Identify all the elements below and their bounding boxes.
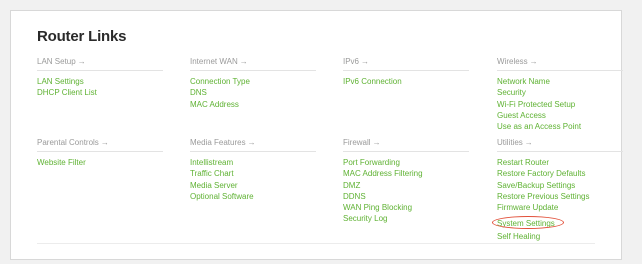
section-heading[interactable]: Wireless →: [497, 56, 642, 68]
divider: [343, 151, 469, 152]
link-self-healing[interactable]: Self Healing: [497, 231, 642, 242]
link-firmware-update[interactable]: Firmware Update: [497, 202, 642, 213]
link-guest-access[interactable]: Guest Access: [497, 110, 642, 121]
link-connection-type[interactable]: Connection Type: [190, 76, 340, 87]
section-heading[interactable]: Firewall →: [343, 137, 493, 149]
divider: [190, 70, 316, 71]
link-restart-router[interactable]: Restart Router: [497, 157, 642, 168]
highlight-annotation: System Settings: [492, 216, 564, 230]
link-system-settings[interactable]: System Settings: [497, 218, 555, 229]
link-security-log[interactable]: Security Log: [343, 213, 493, 224]
divider: [343, 70, 469, 71]
link-media-server[interactable]: Media Server: [190, 180, 340, 191]
link-network-name[interactable]: Network Name: [497, 76, 642, 87]
section-lan-setup: LAN Setup → LAN Settings DHCP Client List: [37, 56, 187, 99]
divider: [37, 70, 163, 71]
divider: [497, 151, 623, 152]
divider: [37, 151, 163, 152]
arrow-right-icon: →: [239, 57, 248, 66]
section-media-features: Media Features → Intellistream Traffic Ch…: [190, 137, 340, 202]
link-port-forwarding[interactable]: Port Forwarding: [343, 157, 493, 168]
link-ddns[interactable]: DDNS: [343, 191, 493, 202]
link-lan-settings[interactable]: LAN Settings: [37, 76, 187, 87]
section-heading[interactable]: Parental Controls →: [37, 137, 187, 149]
link-use-as-access-point[interactable]: Use as an Access Point: [497, 121, 642, 132]
link-dmz[interactable]: DMZ: [343, 180, 493, 191]
link-dns[interactable]: DNS: [190, 87, 340, 98]
arrow-right-icon: →: [77, 57, 86, 66]
section-heading[interactable]: Utilities →: [497, 137, 642, 149]
arrow-right-icon: →: [247, 138, 256, 147]
section-heading[interactable]: IPv6 →: [343, 56, 493, 68]
section-internet-wan: Internet WAN → Connection Type DNS MAC Ad…: [190, 56, 340, 110]
arrow-right-icon: →: [524, 138, 533, 147]
link-restore-previous-settings[interactable]: Restore Previous Settings: [497, 191, 642, 202]
arrow-right-icon: →: [529, 57, 538, 66]
link-wan-ping-blocking[interactable]: WAN Ping Blocking: [343, 202, 493, 213]
section-utilities: Utilities → Restart Router Restore Factor…: [492, 137, 642, 243]
link-security[interactable]: Security: [497, 87, 642, 98]
page-title: Router Links: [37, 28, 127, 45]
link-website-filter[interactable]: Website Filter: [37, 157, 187, 168]
section-heading[interactable]: Internet WAN →: [190, 56, 340, 68]
link-mac-address[interactable]: MAC Address: [190, 99, 340, 110]
arrow-right-icon: →: [100, 138, 109, 147]
section-heading[interactable]: Media Features →: [190, 137, 340, 149]
link-save-backup-settings[interactable]: Save/Backup Settings: [497, 180, 642, 191]
link-intellistream[interactable]: Intellistream: [190, 157, 340, 168]
router-links-panel: Router Links LAN Setup → LAN Settings DHC…: [10, 10, 623, 260]
link-optional-software[interactable]: Optional Software: [190, 191, 340, 202]
section-wireless: Wireless → Network Name Security Wi-Fi Pr…: [497, 56, 642, 132]
divider: [190, 151, 316, 152]
link-ipv6-connection[interactable]: IPv6 Connection: [343, 76, 493, 87]
divider: [497, 70, 623, 71]
link-mac-address-filtering[interactable]: MAC Address Filtering: [343, 168, 493, 179]
link-dhcp-client-list[interactable]: DHCP Client List: [37, 87, 187, 98]
section-ipv6: IPv6 → IPv6 Connection: [343, 56, 493, 87]
arrow-right-icon: →: [372, 138, 381, 147]
section-firewall: Firewall → Port Forwarding MAC Address Fi…: [343, 137, 493, 225]
link-wifi-protected-setup[interactable]: Wi-Fi Protected Setup: [497, 99, 642, 110]
link-traffic-chart[interactable]: Traffic Chart: [190, 168, 340, 179]
section-parental-controls: Parental Controls → Website Filter: [37, 137, 187, 168]
footer-divider: [37, 243, 595, 244]
link-restore-factory-defaults[interactable]: Restore Factory Defaults: [497, 168, 642, 179]
arrow-right-icon: →: [361, 57, 370, 66]
section-heading[interactable]: LAN Setup →: [37, 56, 187, 68]
